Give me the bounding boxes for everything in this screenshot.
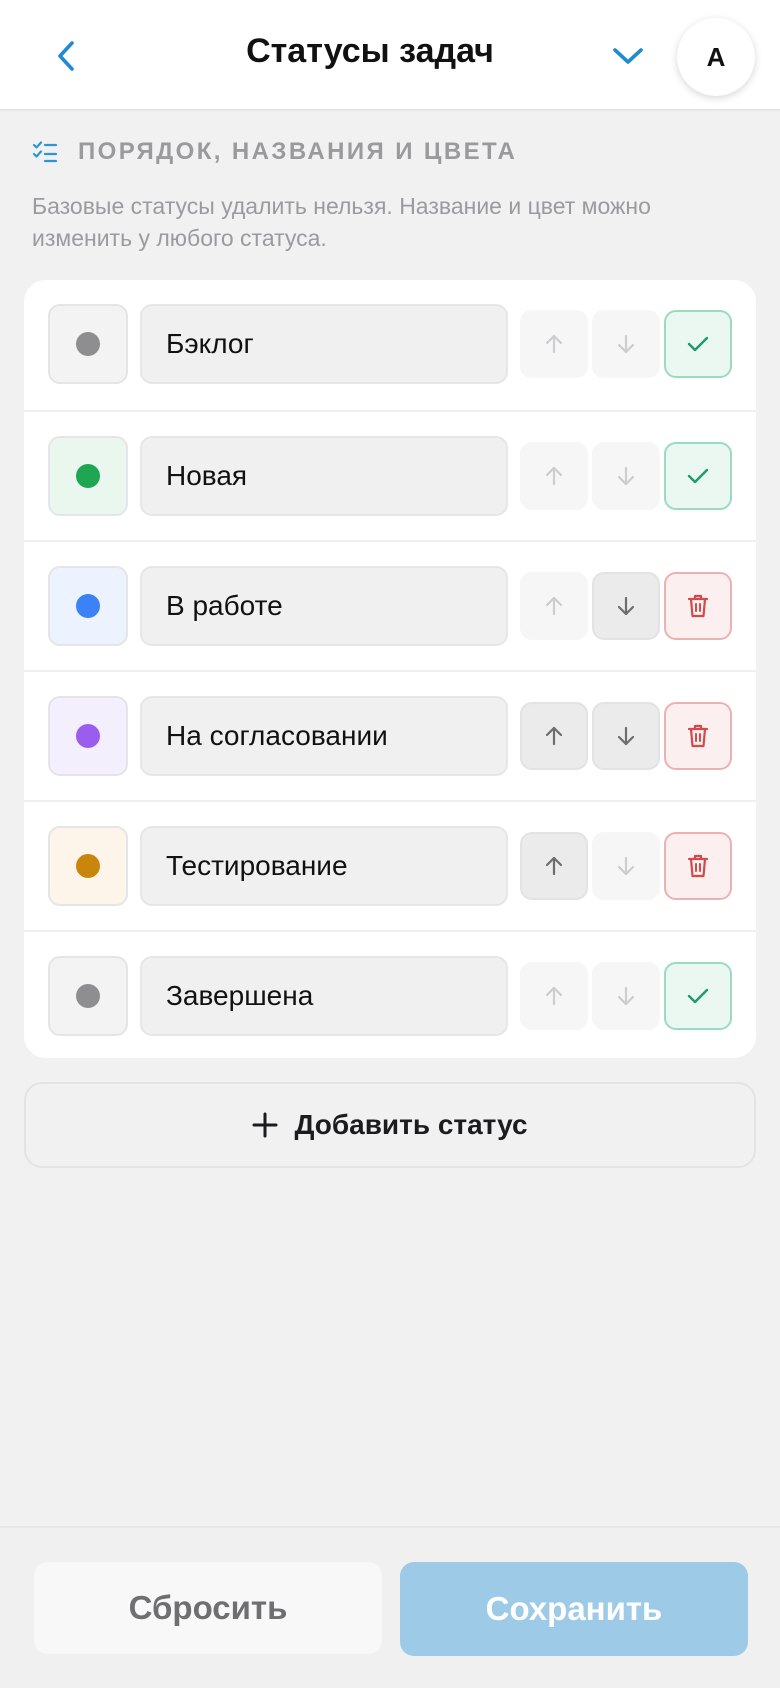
- color-swatch-button[interactable]: [48, 304, 128, 384]
- plus-icon: [252, 1112, 278, 1138]
- check-icon: [687, 988, 709, 1004]
- move-down-button[interactable]: [592, 702, 660, 770]
- arrow-up-icon: [545, 986, 563, 1006]
- add-status-button[interactable]: Добавить статус: [24, 1082, 756, 1168]
- arrow-up-icon: [545, 596, 563, 616]
- chevron-down-icon: [613, 48, 643, 64]
- arrow-up-icon: [545, 726, 563, 746]
- base-status-check-button[interactable]: [664, 962, 732, 1030]
- move-up-button[interactable]: [520, 702, 588, 770]
- status-row: В работе: [24, 540, 756, 670]
- color-dot: [76, 854, 100, 878]
- base-status-check-button[interactable]: [664, 310, 732, 378]
- trash-icon: [687, 724, 709, 748]
- status-name-input[interactable]: Тестирование: [140, 826, 508, 906]
- arrow-down-icon: [617, 466, 635, 486]
- arrow-up-icon: [545, 334, 563, 354]
- base-status-check-button[interactable]: [664, 442, 732, 510]
- move-down-button[interactable]: [592, 572, 660, 640]
- color-swatch-button[interactable]: [48, 566, 128, 646]
- color-swatch-button[interactable]: [48, 436, 128, 516]
- move-up-button[interactable]: [520, 832, 588, 900]
- status-name-input[interactable]: Завершена: [140, 956, 508, 1036]
- status-name-input[interactable]: Новая: [140, 436, 508, 516]
- expand-button[interactable]: [602, 30, 654, 82]
- section-title: ПОРЯДОК, НАЗВАНИЯ И ЦВЕТА: [78, 138, 518, 165]
- color-dot: [76, 594, 100, 618]
- arrow-down-icon: [617, 334, 635, 354]
- arrow-up-icon: [545, 466, 563, 486]
- avatar[interactable]: А: [677, 18, 755, 96]
- move-down-button[interactable]: [592, 310, 660, 378]
- add-status-label: Добавить статус: [294, 1109, 528, 1140]
- move-up-button[interactable]: [520, 310, 588, 378]
- delete-status-button[interactable]: [664, 832, 732, 900]
- move-down-button[interactable]: [592, 442, 660, 510]
- section-header: ПОРЯДОК, НАЗВАНИЯ И ЦВЕТА: [32, 136, 517, 168]
- status-name-input[interactable]: На согласовании: [140, 696, 508, 776]
- top-bar: Статусы задач А: [0, 0, 780, 111]
- checklist-icon: [32, 141, 58, 163]
- move-up-button[interactable]: [520, 962, 588, 1030]
- color-dot: [76, 984, 100, 1008]
- check-icon: [687, 336, 709, 352]
- save-button[interactable]: Сохранить: [400, 1562, 748, 1656]
- color-swatch-button[interactable]: [48, 826, 128, 906]
- delete-status-button[interactable]: [664, 702, 732, 770]
- reset-button[interactable]: Сбросить: [34, 1562, 382, 1654]
- trash-icon: [687, 854, 709, 878]
- arrow-down-icon: [617, 726, 635, 746]
- move-up-button[interactable]: [520, 572, 588, 640]
- footer-bar: Сбросить Сохранить: [0, 1526, 780, 1688]
- arrow-down-icon: [617, 596, 635, 616]
- color-dot: [76, 332, 100, 356]
- status-name-input[interactable]: В работе: [140, 566, 508, 646]
- delete-status-button[interactable]: [664, 572, 732, 640]
- arrow-down-icon: [617, 986, 635, 1006]
- arrow-down-icon: [617, 856, 635, 876]
- status-list-card: Бэклог Новая В работе На согласовании Тестир…: [24, 280, 756, 1058]
- move-up-button[interactable]: [520, 442, 588, 510]
- section-description: Базовые статусы удалить нельзя. Название…: [32, 193, 651, 251]
- trash-icon: [687, 594, 709, 618]
- status-row: На согласовании: [24, 670, 756, 800]
- color-swatch-button[interactable]: [48, 956, 128, 1036]
- arrow-up-icon: [545, 856, 563, 876]
- move-down-button[interactable]: [592, 832, 660, 900]
- status-row: Завершена: [24, 930, 756, 1058]
- move-down-button[interactable]: [592, 962, 660, 1030]
- status-name-input[interactable]: Бэклог: [140, 304, 508, 384]
- color-swatch-button[interactable]: [48, 696, 128, 776]
- status-row: Бэклог: [24, 280, 756, 410]
- color-dot: [76, 464, 100, 488]
- status-row: Новая: [24, 410, 756, 540]
- color-dot: [76, 724, 100, 748]
- status-row: Тестирование: [24, 800, 756, 930]
- check-icon: [687, 468, 709, 484]
